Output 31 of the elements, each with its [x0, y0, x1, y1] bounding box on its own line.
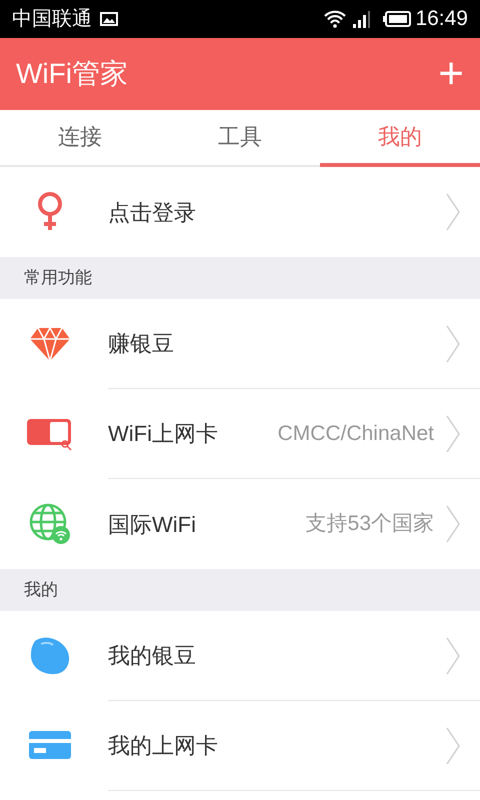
image-icon: [100, 12, 118, 26]
item-label: WiFi上网卡: [108, 420, 218, 448]
chevron-right-icon: [446, 324, 460, 362]
tab[interactable]: 连接: [0, 110, 160, 167]
bean-icon: [29, 636, 71, 676]
carrier-name: 中国联通: [12, 7, 92, 32]
chevron-right-icon: [446, 636, 460, 674]
globe-wifi-icon: [29, 503, 71, 545]
wifi-signal-icon: [323, 10, 348, 28]
item-detail: CMCC/ChinaNet: [278, 420, 434, 447]
chevron-right-icon: [446, 505, 460, 543]
battery-icon: [383, 11, 412, 27]
chevron-right-icon: [446, 414, 460, 452]
item-label: 我的上网卡: [108, 732, 218, 760]
cell-signal-icon: [351, 10, 372, 28]
section-title: 常用功能: [24, 267, 92, 290]
female-symbol-icon: [37, 192, 63, 232]
chevron-right-icon: [446, 726, 460, 764]
item-detail: 支持53个国家: [306, 511, 434, 538]
card-icon: [26, 417, 74, 451]
clock: 16:49: [415, 6, 468, 32]
tab[interactable]: 工具: [160, 110, 320, 167]
diamond-icon: [30, 326, 70, 362]
section-title: 我的: [24, 579, 58, 602]
chevron-right-icon: [446, 193, 460, 231]
item-label: 赚银豆: [108, 330, 174, 358]
item-label: 我的银豆: [108, 642, 196, 670]
item-label: 国际WiFi: [108, 510, 196, 538]
bank-card-icon: [29, 731, 71, 761]
item-label: 点击登录: [108, 198, 196, 226]
app-title: WiFi管家: [16, 57, 128, 91]
